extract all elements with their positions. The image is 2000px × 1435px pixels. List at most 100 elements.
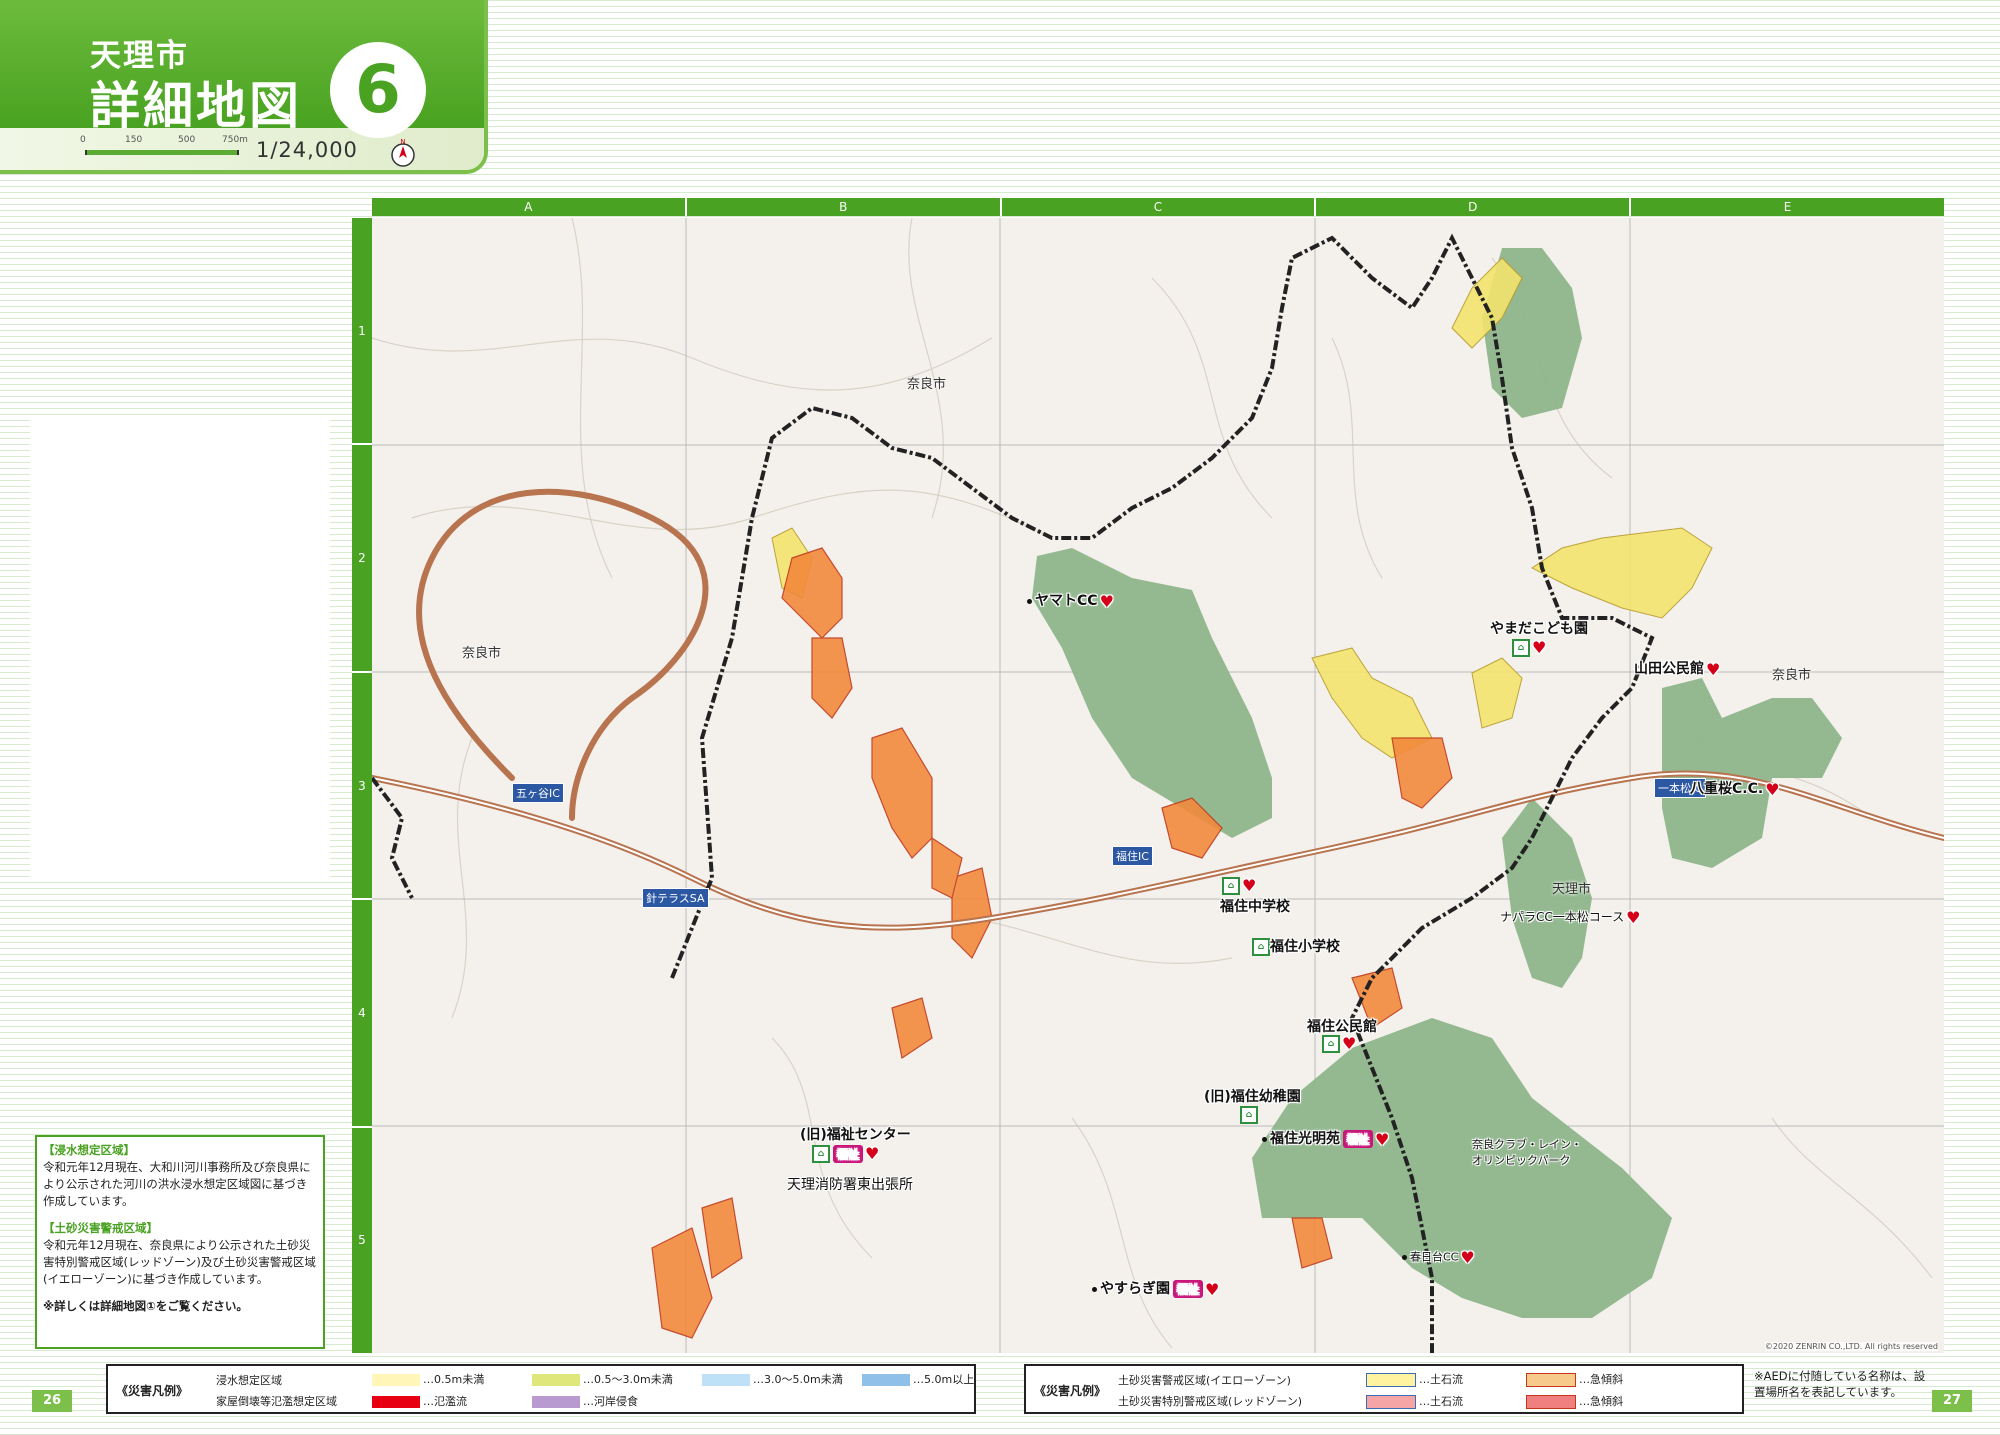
facility-fukusumi-kominkan[interactable]: 福住公民館 <box>1307 1016 1377 1036</box>
north-arrow-icon: N <box>391 138 415 167</box>
legend-item-label: …氾濫流 <box>423 1395 467 1408</box>
evacuation-site-icon: ⌂ <box>1512 638 1530 657</box>
legend-item: …0.5～3.0m未満 <box>532 1371 673 1387</box>
facility-name: ヤマトCC <box>1035 593 1098 609</box>
city-label-tenri: 天理市 <box>1552 882 1592 897</box>
facility-fukusumi-jhs[interactable]: 福住中学校 <box>1220 896 1290 916</box>
facility-name: 福住光明苑 <box>1270 1131 1340 1147</box>
grid-row-header: 1 2 3 4 5 <box>352 218 372 1353</box>
evacuation-marker[interactable]: ⌂ ♥ <box>1512 638 1546 657</box>
page-number-right: 27 <box>1932 1390 1972 1412</box>
hazard-map[interactable]: 奈良市 奈良市 奈良市 天理市 五ヶ谷IC 針テラスSA 福住IC 一本松IC … <box>372 218 1944 1353</box>
aed-heart-icon: ♥ <box>1099 591 1114 611</box>
facility-name: 春日台CC <box>1410 1250 1459 1264</box>
map-number-badge: 6 <box>330 42 426 138</box>
legend-aed-note: ※AEDに付随している名称は、設置場所名を表記しています。 <box>1754 1369 1926 1399</box>
facility-name: 福住公民館 <box>1307 1019 1377 1035</box>
legend-swatch <box>862 1374 910 1386</box>
page-number-left: 26 <box>32 1390 72 1412</box>
legend-item-label: …土石流 <box>1419 1395 1463 1408</box>
facility-kasugadai-cc[interactable]: 春日台CC ♥ <box>1402 1248 1475 1267</box>
aed-heart-icon: ♥ <box>1205 1279 1220 1299</box>
facility-yae-sakura-cc[interactable]: 八重桜C.C. ♥ <box>1690 778 1780 799</box>
legend-row-label: 土砂災害警戒区域(イエローゾーン) <box>1118 1374 1291 1387</box>
facility-yamato-cc[interactable]: ヤマトCC ♥ <box>1027 590 1114 611</box>
facility-name: (旧)福住幼稚園 <box>1204 1089 1301 1105</box>
location-dot <box>1262 1136 1267 1142</box>
legend-item: …急傾斜 <box>1526 1371 1623 1387</box>
aed-heart-icon: ♥ <box>1626 908 1641 927</box>
map-copyright: ©2020 ZENRIN CO.,LTD. All rights reserve… <box>1764 1342 1938 1351</box>
location-dot <box>1092 1286 1097 1292</box>
aed-heart-icon: ♥ <box>1342 1034 1357 1053</box>
legend-item-label: …5.0m以上 <box>913 1373 975 1386</box>
evacuation-site-icon: ⌂ <box>1240 1106 1258 1124</box>
aed-heart-icon: ♥ <box>1532 638 1547 657</box>
legend-swatch <box>532 1396 580 1408</box>
scale-tick: 0 <box>80 135 86 145</box>
north-label: N <box>400 138 405 146</box>
legend-item-label: …土石流 <box>1419 1373 1463 1386</box>
evacuation-marker[interactable]: ⌂ ♥ <box>1222 876 1256 895</box>
legend-swatch <box>372 1374 420 1386</box>
grid-row-4: 4 <box>352 900 372 1128</box>
grid-row-2: 2 <box>352 445 372 673</box>
facility-yamada-kominkan[interactable]: 山田公民館 ♥ <box>1634 658 1720 679</box>
grid-col-b: B <box>687 198 1002 216</box>
legend-swatch <box>1526 1395 1576 1409</box>
legend-title: 《災害凡例》 <box>1034 1384 1107 1398</box>
grid-col-a: A <box>372 198 687 216</box>
notes-footnote: ※詳しくは詳細地図①をご覧ください。 <box>43 1299 248 1313</box>
welfare-badge: 福祉 <box>1343 1130 1373 1148</box>
welfare-marker[interactable]: ⌂ 福祉 ♥ <box>812 1144 879 1163</box>
evacuation-site-icon: ⌂ <box>812 1144 830 1163</box>
legend-item-label: …0.5m未満 <box>423 1373 485 1386</box>
facility-yamada-kodomoen[interactable]: やまだこども園 <box>1490 618 1588 638</box>
landslide-legend: 《災害凡例》 土砂災害警戒区域(イエローゾーン) 土砂災害特別警戒区域(レッドゾ… <box>1024 1364 1744 1414</box>
grid-col-d: D <box>1316 198 1632 216</box>
blank-panel <box>30 420 330 882</box>
facility-old-kindergarten[interactable]: (旧)福住幼稚園 <box>1204 1086 1301 1106</box>
ic-label: 福住IC <box>1112 846 1153 866</box>
facility-nara-cc[interactable]: ナパラCC一本松コース ♥ <box>1500 908 1641 927</box>
legend-item-label: …河岸侵食 <box>583 1395 638 1408</box>
grid-col-c: C <box>1002 198 1317 216</box>
scale-tick: 150 <box>125 135 143 145</box>
grid-row-1: 1 <box>352 218 372 446</box>
facility-name: やまだこども園 <box>1490 621 1588 637</box>
legend-item: …土石流 <box>1366 1393 1463 1409</box>
evacuation-site-icon: ⌂ <box>1222 876 1240 895</box>
legend-item: …0.5m未満 <box>372 1371 484 1387</box>
legend-swatch <box>372 1396 420 1408</box>
city-label-nara: 奈良市 <box>1772 668 1812 683</box>
grid-column-header: A B C D E <box>372 198 1944 216</box>
data-source-notes: 【浸水想定区域】 令和元年12月現在、大和川河川事務所及び奈良県により公示された… <box>35 1135 325 1349</box>
legend-item: …氾濫流 <box>372 1393 467 1409</box>
facility-fire-station[interactable]: 天理消防署東出張所 <box>787 1174 913 1194</box>
evacuation-marker[interactable]: ⌂ <box>1240 1106 1258 1124</box>
aed-heart-icon: ♥ <box>1242 876 1257 895</box>
scale-bar <box>85 150 239 155</box>
legend-row-label: 浸水想定区域 <box>216 1374 282 1387</box>
evacuation-marker[interactable]: ⌂ ♥ <box>1322 1034 1356 1053</box>
facility-name: 天理消防署東出張所 <box>787 1177 913 1193</box>
welfare-badge: 福祉 <box>1173 1280 1203 1298</box>
evacuation-site-icon: ⌂ <box>1252 938 1270 956</box>
legend-row-label: 土砂災害特別警戒区域(レッドゾーン) <box>1118 1395 1303 1408</box>
facility-fukusumi-koumeien[interactable]: 福住光明苑 福祉 ♥ <box>1262 1128 1389 1149</box>
city-label-nara: 奈良市 <box>462 646 502 661</box>
legend-swatch <box>1366 1395 1416 1409</box>
grid-row-3: 3 <box>352 673 372 901</box>
facility-fukusumi-es[interactable]: ⌂ 福住小学校 <box>1252 936 1340 956</box>
facility-olympic-park[interactable]: 奈良クラブ・レイン・オリンピックパーク <box>1472 1136 1582 1168</box>
facility-old-welfare-center[interactable]: (旧)福祉センター <box>800 1124 911 1144</box>
legend-swatch <box>532 1374 580 1386</box>
legend-swatch <box>1366 1373 1416 1387</box>
legend-swatch <box>1526 1373 1576 1387</box>
facility-name: (旧)福祉センター <box>800 1127 911 1143</box>
legend-item: …3.0～5.0m未満 <box>702 1371 843 1387</box>
scale-tick: 750m <box>222 135 248 145</box>
location-dot <box>1027 598 1032 604</box>
facility-yasuragien[interactable]: やすらぎ園 福祉 ♥ <box>1092 1278 1219 1299</box>
ic-label: 針テラスSA <box>642 888 709 908</box>
